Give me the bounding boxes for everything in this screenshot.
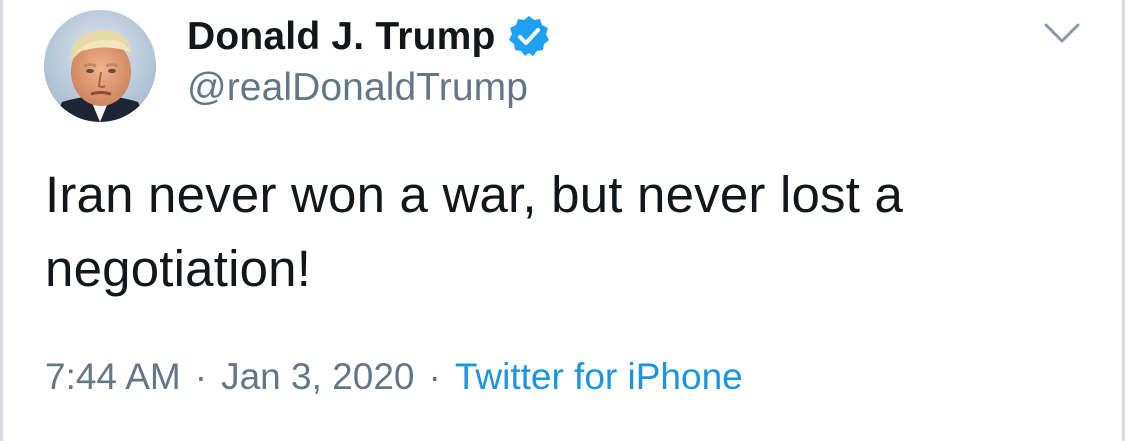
card-border-left xyxy=(0,0,3,441)
avatar-image xyxy=(44,10,156,122)
meta-separator: · xyxy=(428,356,441,397)
tweet-date[interactable]: Jan 3, 2020 xyxy=(221,356,414,398)
author-name-row[interactable]: Donald J. Trump xyxy=(187,12,552,62)
avatar[interactable] xyxy=(44,10,156,122)
tweet-card: Donald J. Trump @realDonaldTrump Iran ne… xyxy=(0,0,1125,441)
author-display-name[interactable]: Donald J. Trump xyxy=(187,15,496,59)
verified-badge-icon xyxy=(506,14,552,60)
tweet-text: Iran never won a war, but never lost a n… xyxy=(45,166,904,297)
chevron-down-icon[interactable] xyxy=(1042,20,1082,46)
tweet-time[interactable]: 7:44 AM xyxy=(45,356,181,398)
tweet-source-link[interactable]: Twitter for iPhone xyxy=(455,356,743,398)
tweet-metadata: 7:44 AM · Jan 3, 2020 · Twitter for iPho… xyxy=(45,356,743,398)
author-handle[interactable]: @realDonaldTrump xyxy=(187,66,528,110)
meta-separator: · xyxy=(194,356,208,397)
